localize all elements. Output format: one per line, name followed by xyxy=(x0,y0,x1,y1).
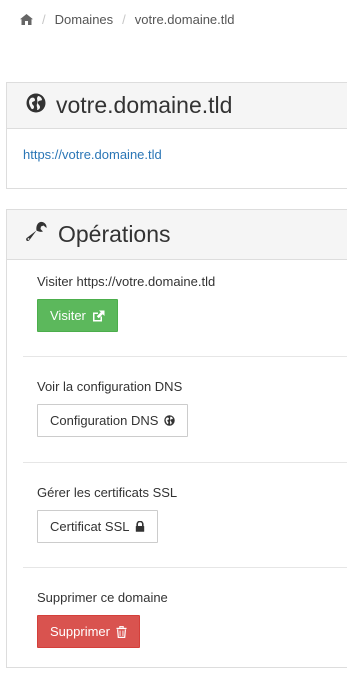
ssl-certificate-button-label: Certificat SSL xyxy=(50,519,130,534)
visit-button-label: Visiter xyxy=(50,308,86,323)
ssl-section: Gérer les certificats SSL Certificat SSL xyxy=(23,485,347,543)
domain-panel-heading: votre.domaine.tld xyxy=(7,83,347,129)
dns-section: Voir la configuration DNS Configuration … xyxy=(23,379,347,437)
domain-panel: votre.domaine.tld https://votre.domaine.… xyxy=(6,82,347,189)
domain-title: votre.domaine.tld xyxy=(56,92,233,118)
breadcrumb-item-current: votre.domaine.tld xyxy=(134,11,235,27)
breadcrumb-item-domaines[interactable]: Domaines xyxy=(55,12,114,27)
dns-config-button[interactable]: Configuration DNS xyxy=(37,404,189,437)
breadcrumb: / Domaines / votre.domaine.tld xyxy=(0,0,347,38)
visit-section: Visiter https://votre.domaine.tld Visite… xyxy=(23,274,347,332)
section-divider xyxy=(23,356,347,357)
globe-icon xyxy=(26,93,46,118)
section-divider xyxy=(23,462,347,463)
external-link-icon xyxy=(92,310,105,322)
operations-panel: Opérations Visiter https://votre.domaine… xyxy=(6,209,347,668)
dns-config-button-label: Configuration DNS xyxy=(50,413,159,428)
wrench-icon xyxy=(26,221,48,248)
delete-section: Supprimer ce domaine Supprimer xyxy=(23,590,347,648)
delete-button[interactable]: Supprimer xyxy=(37,615,140,648)
lock-icon xyxy=(135,521,145,532)
operations-title: Opérations xyxy=(58,221,171,247)
delete-button-label: Supprimer xyxy=(50,624,110,639)
trash-icon xyxy=(116,625,127,638)
domain-url-link[interactable]: https://votre.domaine.tld xyxy=(23,147,162,162)
ssl-certificate-button[interactable]: Certificat SSL xyxy=(37,510,159,543)
home-icon[interactable] xyxy=(20,13,33,25)
delete-label: Supprimer ce domaine xyxy=(37,590,168,605)
breadcrumb-separator: / xyxy=(122,11,126,27)
globe-icon xyxy=(164,415,176,426)
visit-label: Visiter https://votre.domaine.tld xyxy=(37,274,216,289)
section-divider xyxy=(23,567,347,568)
operations-panel-heading: Opérations xyxy=(7,210,347,260)
dns-label: Voir la configuration DNS xyxy=(37,379,183,394)
breadcrumb-separator: / xyxy=(42,11,46,27)
visit-button[interactable]: Visiter xyxy=(37,299,118,332)
ssl-label: Gérer les certificats SSL xyxy=(37,485,178,500)
